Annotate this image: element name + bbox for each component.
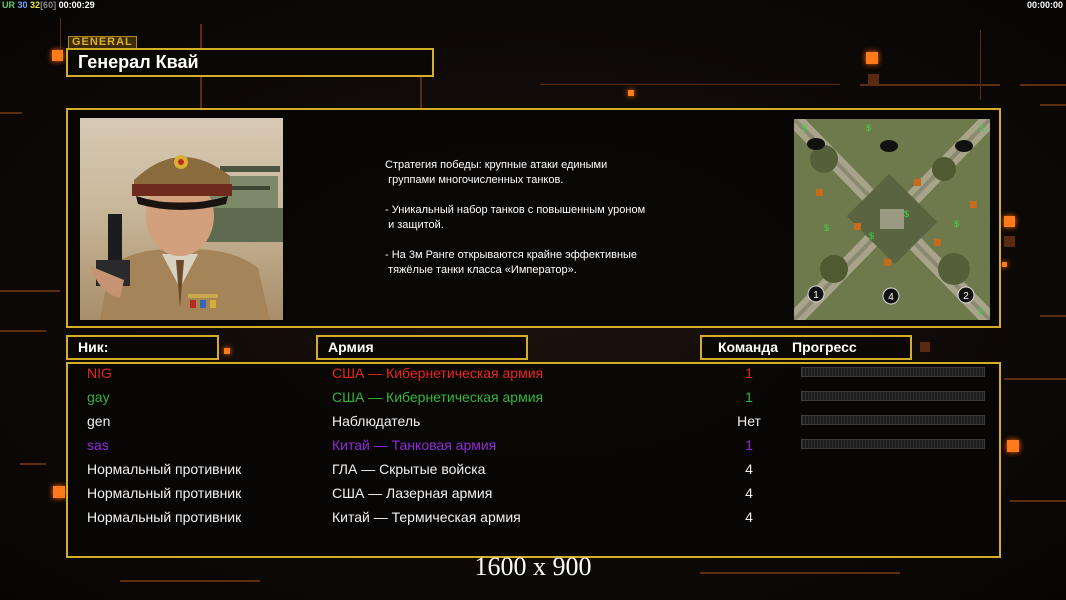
player-army: США — Кибернетическая армия xyxy=(332,365,544,381)
player-team: Нет xyxy=(737,413,761,429)
player-army: Китай — Танковая армия xyxy=(332,437,497,453)
svg-text:$: $ xyxy=(954,219,959,229)
map-marker-1: 1 xyxy=(813,290,819,301)
player-team: 4 xyxy=(745,461,753,477)
header-progress: Прогресс xyxy=(792,339,857,355)
svg-text:$: $ xyxy=(869,231,874,241)
player-row: sas Китай — Танковая армия 1 xyxy=(0,433,1066,457)
svg-text:$: $ xyxy=(979,123,984,133)
resolution-label: 1600 x 900 xyxy=(474,552,592,581)
player-army: Китай — Термическая армия xyxy=(332,509,521,525)
strategy-description: Стратегия победы: крупные атаки едиными … xyxy=(385,159,646,276)
player-progress-bar xyxy=(801,415,985,425)
player-row: Нормальный противник Китай — Термическая … xyxy=(0,505,1066,529)
header-nick: Ник: xyxy=(66,335,219,360)
player-row: gay США — Кибернетическая армия 1 xyxy=(0,385,1066,409)
header-team-progress: Команда Прогресс xyxy=(700,335,912,360)
player-army: США — Лазерная армия xyxy=(332,485,493,501)
header-army: Армия xyxy=(316,335,528,360)
player-team: 4 xyxy=(745,509,753,525)
player-progress-bar xyxy=(801,391,985,401)
player-team: 4 xyxy=(745,485,753,501)
player-army: США — Кибернетическая армия xyxy=(332,389,544,405)
svg-text:$: $ xyxy=(802,123,807,133)
clock: 00:00:00 xyxy=(1026,0,1063,10)
svg-text:$: $ xyxy=(904,209,909,219)
header-team: Команда xyxy=(718,339,778,355)
fps-counter: UR 30 32[60] 00:00:29 xyxy=(2,0,95,10)
player-army: ГЛА — Скрытые войска xyxy=(332,461,486,477)
player-nick: Нормальный противник xyxy=(87,509,242,525)
player-team: 1 xyxy=(745,437,753,453)
player-nick: gen xyxy=(87,413,111,429)
svg-text:$: $ xyxy=(824,223,829,233)
map-marker-2: 2 xyxy=(963,291,969,302)
player-progress-bar xyxy=(801,367,985,377)
player-nick: sas xyxy=(87,437,109,453)
player-team: 1 xyxy=(745,365,753,381)
general-portrait xyxy=(80,118,283,320)
player-nick: NIG xyxy=(87,365,112,381)
svg-text:$: $ xyxy=(978,306,983,316)
map-preview: $ $ $ $ $ $ $ $ 1 4 2 xyxy=(794,119,990,320)
player-nick: Нормальный противник xyxy=(87,485,242,501)
player-nick: gay xyxy=(87,389,110,405)
player-team: 1 xyxy=(745,389,753,405)
player-army: Наблюдатель xyxy=(332,413,421,429)
player-row: Нормальный противник ГЛА — Скрытые войска… xyxy=(0,457,1066,481)
player-progress-bar xyxy=(801,439,985,449)
player-nick: Нормальный противник xyxy=(87,461,242,477)
player-row: NIG США — Кибернетическая армия 1 xyxy=(0,361,1066,385)
map-marker-4: 4 xyxy=(888,292,894,303)
svg-text:$: $ xyxy=(866,123,871,133)
general-name: Генерал Квай xyxy=(66,48,434,77)
player-row: gen Наблюдатель Нет xyxy=(0,409,1066,433)
player-row: Нормальный противник США — Лазерная армия… xyxy=(0,481,1066,505)
